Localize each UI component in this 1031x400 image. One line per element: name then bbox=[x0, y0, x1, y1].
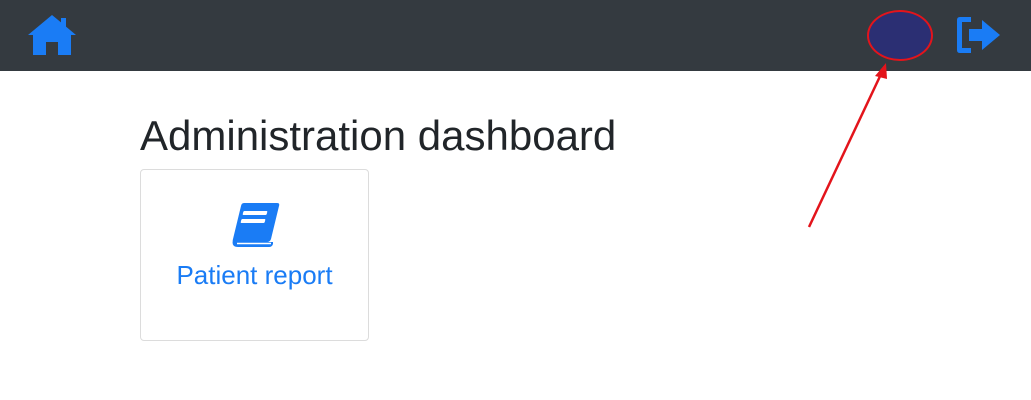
card-label: Patient report bbox=[176, 260, 333, 290]
card-icon-wrapper bbox=[229, 201, 281, 249]
page-title: Administration dashboard bbox=[140, 112, 617, 159]
top-navbar bbox=[0, 0, 1031, 71]
home-icon bbox=[28, 15, 76, 55]
sign-out-icon bbox=[957, 17, 1000, 53]
user-avatar-button[interactable] bbox=[867, 10, 933, 61]
book-icon bbox=[232, 203, 280, 247]
patient-report-card[interactable]: Patient report bbox=[140, 169, 369, 341]
home-button[interactable] bbox=[26, 13, 78, 57]
logout-button[interactable] bbox=[953, 14, 1003, 56]
